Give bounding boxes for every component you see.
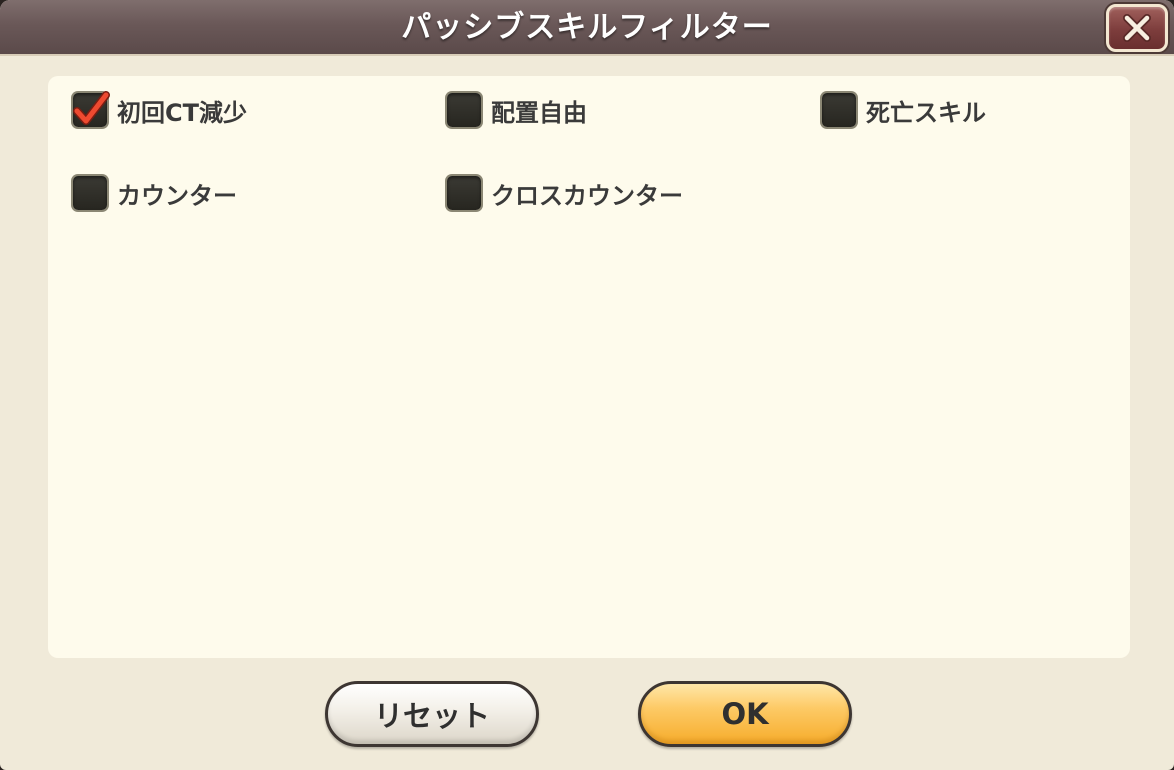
- checkbox[interactable]: [447, 176, 481, 210]
- checkbox[interactable]: [447, 93, 481, 127]
- reset-button[interactable]: リセット: [325, 681, 539, 747]
- filter-option-death-skill[interactable]: 死亡スキル: [822, 90, 986, 130]
- checkmark-icon: [73, 91, 110, 125]
- title-bar: パッシブスキルフィルター: [0, 0, 1174, 56]
- filter-label: 配置自由: [491, 98, 587, 127]
- filter-label: 死亡スキル: [866, 98, 986, 127]
- filter-panel: [48, 76, 1130, 658]
- filter-option-cross-counter[interactable]: クロスカウンター: [447, 173, 683, 213]
- skill-filter-dialog: パッシブスキルフィルター 初回CT減少 配置自由 死亡スキル カウンター クロス…: [0, 0, 1174, 770]
- filter-label: カウンター: [117, 181, 237, 210]
- close-x-icon: [1123, 14, 1151, 42]
- dialog-title: パッシブスキルフィルター: [401, 10, 773, 45]
- filter-option-counter[interactable]: カウンター: [73, 173, 237, 213]
- filter-label: クロスカウンター: [491, 181, 683, 210]
- ok-button[interactable]: OK: [638, 681, 852, 747]
- filter-option-initial-ct[interactable]: 初回CT減少: [73, 90, 247, 130]
- checkbox[interactable]: [822, 93, 856, 127]
- filter-label: 初回CT減少: [117, 98, 247, 127]
- close-button[interactable]: [1106, 4, 1168, 52]
- checkbox[interactable]: [73, 176, 107, 210]
- checkbox[interactable]: [73, 91, 110, 127]
- filter-option-free-placement[interactable]: 配置自由: [447, 90, 587, 130]
